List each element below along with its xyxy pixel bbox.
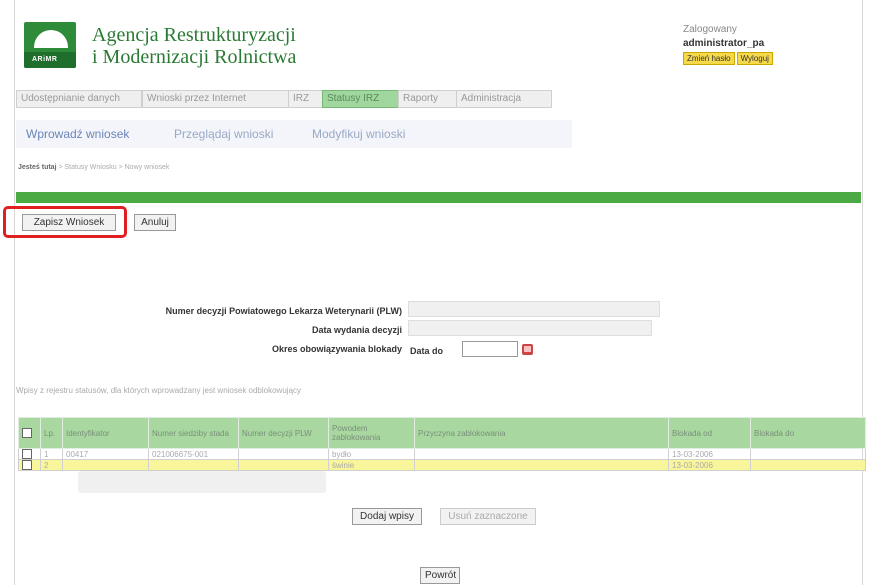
- cell-przyczyna: [414, 459, 669, 471]
- annotation-highlight: [3, 206, 127, 238]
- column-header: Przyczyna zablokowania: [414, 417, 669, 449]
- logged-label: Zalogowany: [683, 24, 737, 35]
- column-header: Powodem zablokowania: [328, 417, 415, 449]
- row-checkbox[interactable]: [22, 460, 32, 470]
- tab-modyfikuj-wnioski[interactable]: Modyfikuj wnioski: [312, 127, 405, 141]
- user-box: Zalogowany administrator_pa Zmień hasło W…: [683, 24, 843, 65]
- column-header: Numer decyzji PLW: [238, 417, 329, 449]
- change-password-button[interactable]: Zmień hasło: [683, 52, 735, 65]
- green-separator: [16, 192, 861, 203]
- decision-date-label: Data wydania decyzji: [311, 325, 402, 335]
- back-button[interactable]: Powrót: [420, 567, 460, 584]
- cell-lp: 2: [40, 459, 63, 471]
- agency-name-line1: Agencja Restrukturyzacji: [92, 24, 296, 46]
- tab-przegladaj-wnioski[interactable]: Przeglądaj wnioski: [174, 127, 273, 141]
- remove-selected-button[interactable]: Usuń zaznaczone: [440, 508, 536, 525]
- cell-blokada-do: [750, 459, 866, 471]
- breadcrumb: Jesteś tutaj > Statusy Wniosku > Nowy wn…: [18, 164, 169, 171]
- decision-number-input[interactable]: [408, 301, 660, 317]
- cancel-button[interactable]: Anuluj: [134, 214, 176, 231]
- add-entries-button[interactable]: Dodaj wpisy: [352, 508, 422, 525]
- page-frame: [14, 0, 863, 585]
- cell-blokada-od: 13-03-2006: [668, 448, 751, 460]
- breadcrumb-home[interactable]: Jesteś tutaj: [18, 164, 57, 171]
- entries-note: Wpisy z rejestru statusów, dla których w…: [16, 386, 302, 395]
- menu-item-irz[interactable]: IRZ: [288, 90, 324, 108]
- cell-identyfikator: 00417: [62, 448, 149, 460]
- status-entries-table: Lp. Identyfikator Numer siedziby stada N…: [18, 417, 866, 471]
- select-all-checkbox[interactable]: [22, 428, 32, 438]
- redacted-area: [78, 471, 326, 493]
- decision-date-input[interactable]: [408, 320, 652, 336]
- sub-tabs: Wprowadź wniosek Przeglądaj wnioski Mody…: [16, 120, 572, 148]
- menu-item-raporty[interactable]: Raporty: [398, 90, 460, 108]
- calendar-icon[interactable]: [522, 344, 533, 355]
- table-row[interactable]: 1 00417 021006675-001 bydło 13-03-2006: [18, 448, 866, 460]
- agency-logo: ARiMR: [24, 22, 76, 68]
- column-header: Numer siedziby stada: [148, 417, 239, 449]
- cell-powod: bydło: [328, 448, 415, 460]
- cell-powod: świnie: [328, 459, 415, 471]
- cell-siedziba: 021006675-001: [148, 448, 239, 460]
- cell-decyzja: [238, 459, 329, 471]
- menu-item-udostepnianie[interactable]: Udostępnianie danych: [16, 90, 142, 108]
- date-to-input[interactable]: [462, 341, 518, 357]
- column-header: Identyfikator: [62, 417, 149, 449]
- column-header: Blokada od: [668, 417, 751, 449]
- table-header-row: Lp. Identyfikator Numer siedziby stada N…: [18, 417, 866, 449]
- decision-number-label: Numer decyzji Powiatowego Lekarza Wetery…: [165, 306, 402, 316]
- table-row[interactable]: 2 świnie 13-03-2006: [18, 459, 866, 471]
- logout-button[interactable]: Wyloguj: [736, 52, 773, 65]
- row-checkbox[interactable]: [22, 449, 32, 459]
- cell-siedziba: [148, 459, 239, 471]
- menu-item-statusy-irz[interactable]: Statusy IRZ: [322, 90, 400, 108]
- menu-item-wnioski[interactable]: Wnioski przez Internet: [142, 90, 292, 108]
- cell-decyzja: [238, 448, 329, 460]
- column-header: Lp.: [40, 417, 63, 449]
- breadcrumb-trail: > Statusy Wniosku > Nowy wniosek: [56, 164, 170, 171]
- cell-blokada-od: 13-03-2006: [668, 459, 751, 471]
- menu-item-administracja[interactable]: Administracja: [456, 90, 552, 108]
- agency-name-line2: i Modernizacji Rolnictwa: [92, 46, 297, 68]
- tab-wprowadz-wniosek[interactable]: Wprowadź wniosek: [26, 127, 129, 141]
- select-all-header[interactable]: [18, 417, 41, 449]
- blockade-period-label: Okres obowiązywania blokady: [271, 344, 402, 354]
- cell-przyczyna: [414, 448, 669, 460]
- cell-blokada-do: [750, 448, 866, 460]
- username: administrator_pa: [683, 38, 765, 49]
- cell-lp: 1: [40, 448, 63, 460]
- date-to-label: Data do: [410, 346, 444, 356]
- cell-identyfikator: [62, 459, 149, 471]
- column-header: Blokada do: [750, 417, 866, 449]
